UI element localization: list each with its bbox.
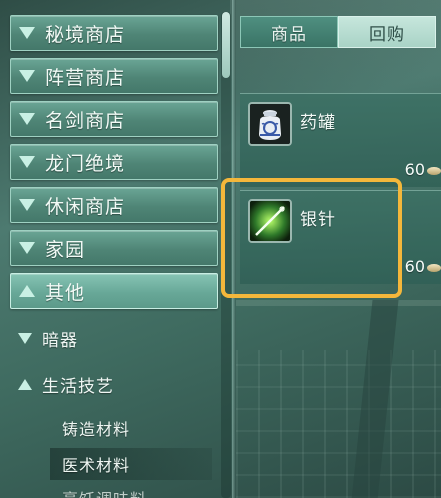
subcategory-hidden-weapons[interactable]: 暗器 [18, 323, 78, 353]
category-faction-shop[interactable]: 阵营商店 [10, 58, 218, 94]
collapse-arrow-icon [18, 378, 32, 390]
category-label: 休闲商店 [45, 195, 126, 218]
scenery-rail [236, 300, 441, 306]
shop-item-medicine-jar[interactable]: 药罐 60 [240, 93, 441, 187]
expand-arrow-icon [19, 199, 35, 211]
item-price: 60 [404, 257, 425, 276]
tab-label: 商品 [271, 24, 307, 45]
jar-icon [248, 102, 292, 146]
category-mijing-shop[interactable]: 秘境商店 [10, 15, 218, 51]
item-name: 药罐 [300, 113, 336, 133]
category-label: 秘境商店 [45, 23, 126, 46]
currency-icon [427, 167, 441, 175]
category-homeland[interactable]: 家园 [10, 230, 218, 266]
subcategory-life-skills[interactable]: 生活技艺 [18, 369, 114, 399]
shop-category-list: 秘境商店 阵营商店 名剑商店 龙门绝境 休闲商店 家园 其他 暗器 生活技艺 铸… [0, 0, 232, 498]
item-price: 60 [404, 160, 425, 179]
category-label: 其他 [45, 281, 86, 304]
tab-goods[interactable]: 商品 [240, 16, 338, 48]
tab-buyback[interactable]: 回购 [338, 16, 436, 48]
category-other[interactable]: 其他 [10, 273, 218, 309]
category-leisure-shop[interactable]: 休闲商店 [10, 187, 218, 223]
category-label: 家园 [45, 238, 86, 261]
leaf-item-casting-materials[interactable]: 铸造材料 [50, 412, 212, 444]
subcategory-label: 暗器 [42, 330, 78, 351]
shop-tabs: 商品 回购 [240, 16, 441, 48]
highlight-box [221, 178, 402, 298]
leaf-label: 医术材料 [62, 456, 131, 475]
leaf-item-cooking-seasoning[interactable]: 烹饪调味料 [50, 482, 212, 498]
leaf-label: 烹饪调味料 [62, 486, 147, 498]
category-label: 名剑商店 [45, 109, 126, 132]
scenery-lattice [236, 350, 441, 498]
expand-arrow-icon [19, 156, 35, 168]
category-label: 阵营商店 [45, 66, 126, 89]
category-longmen[interactable]: 龙门绝境 [10, 144, 218, 180]
expand-arrow-icon [19, 27, 35, 39]
category-label: 龙门绝境 [45, 152, 126, 175]
expand-arrow-icon [18, 332, 32, 344]
expand-arrow-icon [19, 70, 35, 82]
tab-label: 回购 [369, 24, 405, 45]
expand-arrow-icon [19, 242, 35, 254]
scrollbar-thumb[interactable] [222, 12, 230, 78]
category-mingjian-shop[interactable]: 名剑商店 [10, 101, 218, 137]
leaf-label: 铸造材料 [62, 420, 131, 439]
subcategory-label: 生活技艺 [42, 376, 114, 397]
expand-arrow-icon [19, 113, 35, 125]
leaf-item-medical-materials[interactable]: 医术材料 [50, 448, 212, 480]
collapse-arrow-icon [19, 285, 35, 297]
currency-icon [427, 264, 441, 272]
